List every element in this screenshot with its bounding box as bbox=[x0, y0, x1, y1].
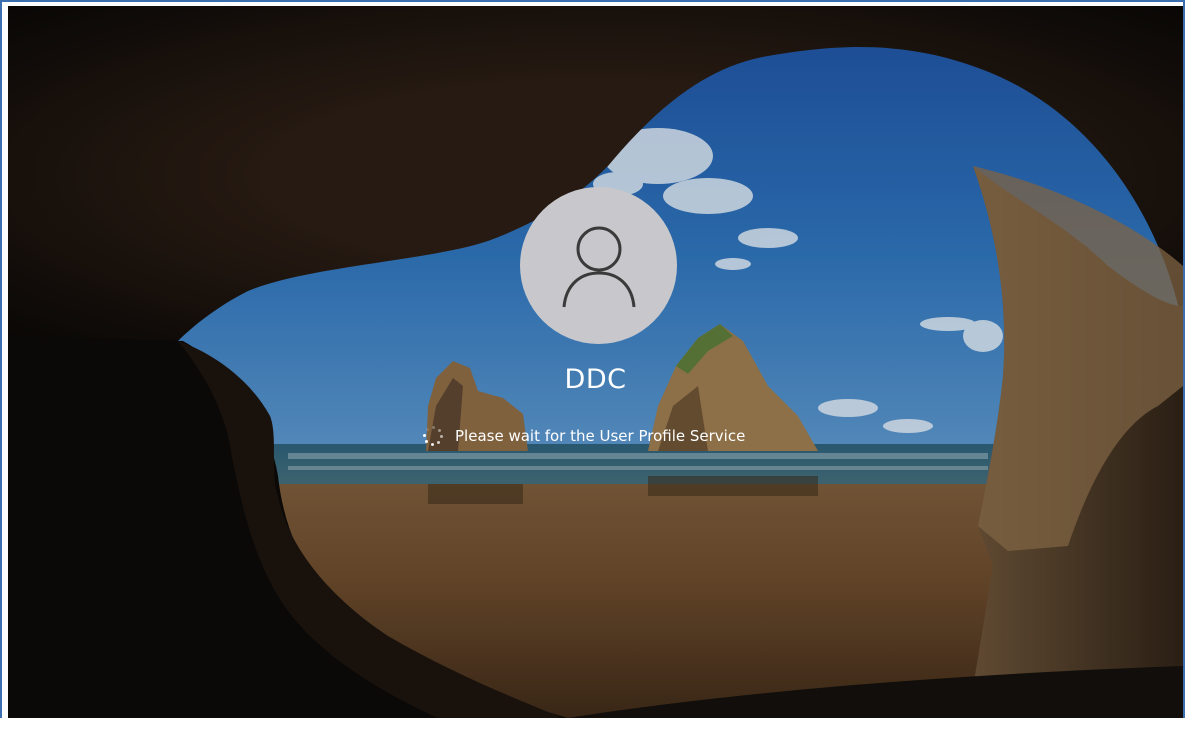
user-icon bbox=[562, 226, 635, 307]
user-name: DDC bbox=[564, 364, 627, 395]
lock-screen: DDC Please wait for the User Profile Ser… bbox=[8, 6, 1183, 718]
bottom-margin bbox=[0, 718, 1185, 742]
status-row: Please wait for the User Profile Service bbox=[423, 425, 745, 447]
user-avatar[interactable] bbox=[520, 187, 677, 344]
status-message: Please wait for the User Profile Service bbox=[455, 427, 746, 445]
loading-spinner-icon bbox=[423, 426, 443, 446]
background-dim bbox=[8, 6, 1183, 718]
